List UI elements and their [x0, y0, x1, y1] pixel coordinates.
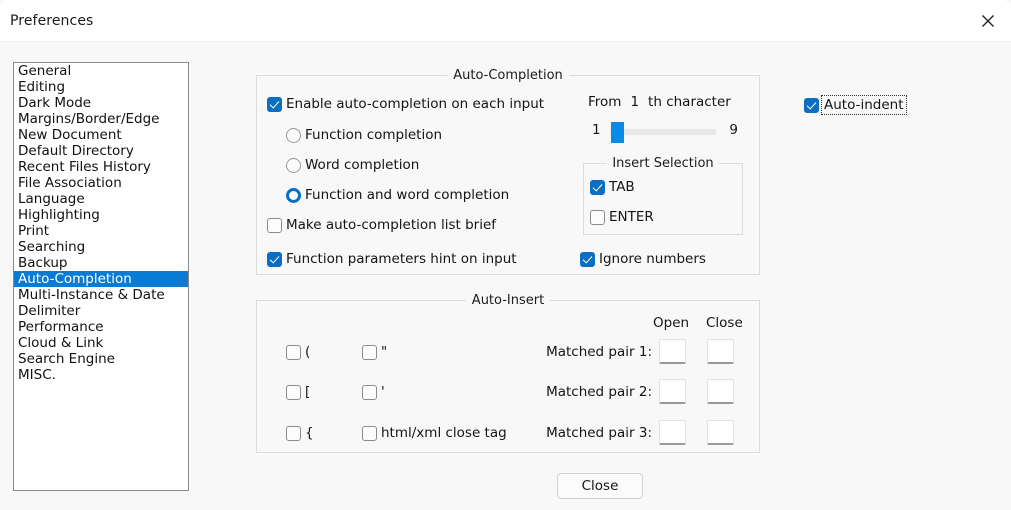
checkbox-box — [286, 344, 301, 360]
checkbox-box — [267, 251, 282, 267]
sidebar-item-misc[interactable]: MISC. — [14, 367, 188, 383]
enable-auto-completion-label: Enable auto-completion on each input — [286, 96, 545, 112]
insert-selection-tab-label: TAB — [609, 179, 635, 195]
sidebar-item-auto-completion[interactable]: Auto-Completion — [14, 271, 188, 287]
radio-circle — [286, 157, 301, 173]
radio-function-completion-label: Function completion — [305, 127, 443, 143]
sidebar-item-print[interactable]: Print — [14, 223, 188, 239]
insert-selection-enter-checkbox[interactable]: ENTER — [590, 209, 654, 225]
auto-completion-group-title: Auto-Completion — [447, 68, 569, 83]
matched-pair-1-open-input[interactable] — [659, 339, 686, 364]
auto-insert-double-quote-checkbox[interactable]: " — [362, 344, 387, 360]
auto-insert-open-header: Open — [653, 315, 690, 331]
radio-function-completion[interactable]: Function completion — [286, 127, 442, 143]
sidebar-item-highlighting[interactable]: Highlighting — [14, 207, 188, 223]
matched-pair-2-close-input[interactable] — [707, 379, 734, 404]
matched-pair-1-close-input[interactable] — [707, 339, 734, 364]
sidebar-item-default-directory[interactable]: Default Directory — [14, 143, 188, 159]
auto-indent-checkbox[interactable]: Auto-indent — [804, 95, 907, 115]
title-bar: Preferences — [0, 0, 1011, 42]
sidebar-item-delimiter[interactable]: Delimiter — [14, 303, 188, 319]
sidebar-item-language[interactable]: Language — [14, 191, 188, 207]
from-suffix-label: th character — [648, 94, 731, 110]
auto-insert-single-quote-label: ' — [381, 384, 385, 400]
sidebar-item-multi-instance-date[interactable]: Multi-Instance & Date — [14, 287, 188, 303]
from-value: 1 — [630, 94, 640, 110]
auto-insert-paren-label: ( — [305, 344, 311, 360]
sidebar-item-dark-mode[interactable]: Dark Mode — [14, 95, 188, 111]
checkbox-box — [362, 384, 377, 400]
auto-insert-brace-checkbox[interactable]: { — [286, 425, 314, 441]
checkbox-box — [286, 425, 301, 441]
sidebar-item-backup[interactable]: Backup — [14, 255, 188, 271]
sidebar-item-cloud-link[interactable]: Cloud & Link — [14, 335, 188, 351]
checkbox-box — [362, 425, 377, 441]
checkbox-box — [590, 179, 605, 195]
function-parameters-hint-label: Function parameters hint on input — [286, 251, 517, 267]
auto-indent-label: Auto-indent — [821, 95, 907, 115]
sidebar-item-margins-border-edge[interactable]: Margins/Border/Edge — [14, 111, 188, 127]
function-parameters-hint-checkbox[interactable]: Function parameters hint on input — [267, 251, 517, 267]
radio-word-completion[interactable]: Word completion — [286, 157, 419, 173]
make-list-brief-label: Make auto-completion list brief — [286, 217, 497, 233]
preferences-window: Preferences General Editing Dark Mode Margi… — [0, 0, 1011, 510]
auto-insert-bracket-label: [ — [305, 384, 311, 400]
sidebar-item-general[interactable]: General — [14, 63, 188, 79]
checkbox-box — [362, 344, 377, 360]
insert-selection-tab-checkbox[interactable]: TAB — [590, 179, 635, 195]
checkbox-box — [580, 251, 595, 267]
checkbox-box — [590, 209, 605, 225]
category-list[interactable]: General Editing Dark Mode Margins/Border/Ed… — [13, 62, 189, 491]
auto-insert-paren-checkbox[interactable]: ( — [286, 344, 310, 360]
slider-track[interactable] — [610, 129, 716, 135]
radio-word-completion-label: Word completion — [305, 157, 420, 173]
sidebar-item-performance[interactable]: Performance — [14, 319, 188, 335]
sidebar-item-new-document[interactable]: New Document — [14, 127, 188, 143]
auto-insert-double-quote-label: " — [381, 344, 388, 360]
radio-circle — [286, 127, 301, 143]
matched-pair-2-open-input[interactable] — [659, 379, 686, 404]
slider-thumb[interactable] — [611, 122, 624, 143]
radio-function-and-word-completion[interactable]: Function and word completion — [286, 187, 509, 203]
matched-pair-3-close-input[interactable] — [707, 420, 734, 445]
window-title: Preferences — [10, 13, 94, 29]
enable-auto-completion-checkbox[interactable]: Enable auto-completion on each input — [267, 96, 544, 112]
slider-max-label: 9 — [729, 122, 738, 138]
matched-pair-3-label: Matched pair 3: — [546, 425, 652, 441]
window-close-icon[interactable] — [965, 0, 1011, 41]
ignore-numbers-label: Ignore numbers — [599, 251, 706, 267]
ignore-numbers-checkbox[interactable]: Ignore numbers — [580, 251, 706, 267]
matched-pair-2-label: Matched pair 2: — [546, 384, 652, 400]
from-character-row: From 1 th character — [588, 94, 731, 110]
from-prefix-label: From — [588, 94, 622, 110]
sidebar-item-recent-files-history[interactable]: Recent Files History — [14, 159, 188, 175]
matched-pair-3-open-input[interactable] — [659, 420, 686, 445]
auto-insert-brace-label: { — [305, 425, 314, 441]
sidebar-item-file-association[interactable]: File Association — [14, 175, 188, 191]
checkbox-box — [804, 97, 819, 113]
radio-function-and-word-completion-label: Function and word completion — [305, 187, 510, 203]
auto-insert-group-title: Auto-Insert — [465, 293, 551, 308]
auto-insert-close-header: Close — [706, 315, 743, 331]
auto-insert-bracket-checkbox[interactable]: [ — [286, 384, 310, 400]
slider-min-label: 1 — [592, 122, 601, 138]
checkbox-box — [267, 217, 282, 233]
checkbox-box — [267, 96, 282, 112]
sidebar-item-searching[interactable]: Searching — [14, 239, 188, 255]
insert-selection-enter-label: ENTER — [609, 209, 654, 225]
checkbox-box — [286, 384, 301, 400]
radio-circle — [286, 187, 301, 203]
sidebar-item-editing[interactable]: Editing — [14, 79, 188, 95]
make-list-brief-checkbox[interactable]: Make auto-completion list brief — [267, 217, 496, 233]
close-button[interactable]: Close — [557, 473, 643, 499]
from-character-slider[interactable]: 1 9 — [588, 120, 740, 143]
auto-insert-single-quote-checkbox[interactable]: ' — [362, 384, 385, 400]
sidebar-item-search-engine[interactable]: Search Engine — [14, 351, 188, 367]
matched-pair-1-label: Matched pair 1: — [546, 344, 652, 360]
insert-selection-group-title: Insert Selection — [606, 156, 720, 171]
